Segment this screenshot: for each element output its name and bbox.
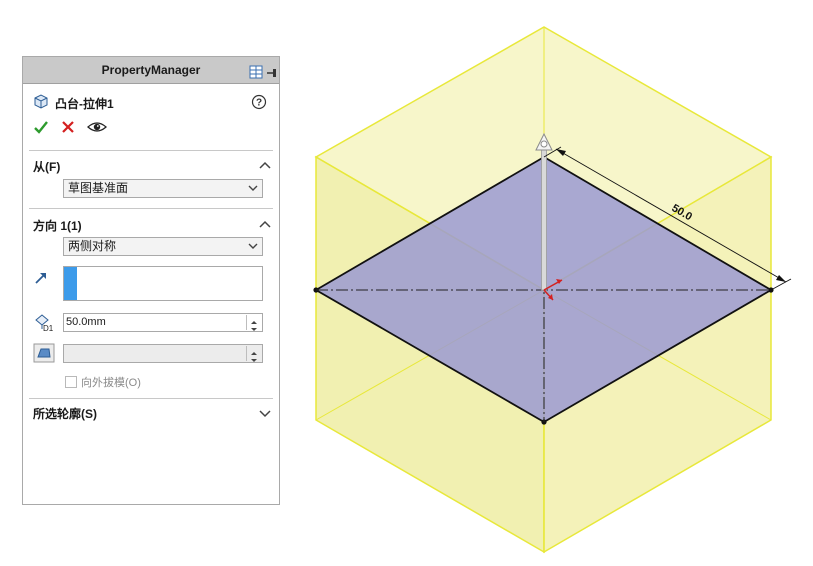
- preview-eye-icon[interactable]: [87, 120, 107, 139]
- depth-icon: D1: [33, 312, 55, 333]
- end-condition-value: 两侧对称: [68, 239, 117, 253]
- contours-section-title[interactable]: 所选轮廓(S): [33, 405, 97, 422]
- draft-outward-option[interactable]: 向外拔模(O): [65, 374, 141, 390]
- divider: [29, 398, 273, 399]
- draft-spinner-buttons[interactable]: [246, 346, 261, 362]
- divider: [29, 208, 273, 209]
- direction-arrow-icon[interactable]: [33, 270, 55, 290]
- graphics-viewport[interactable]: 50.0: [290, 0, 813, 561]
- help-icon[interactable]: ?: [251, 94, 267, 115]
- from-select[interactable]: 草图基准面: [63, 179, 263, 198]
- end-condition-select[interactable]: 两侧对称: [63, 237, 263, 256]
- draft-outward-label: 向外拔模(O): [81, 377, 141, 389]
- spin-down-icon[interactable]: [247, 353, 261, 362]
- depth-value: 50.0mm: [66, 316, 106, 328]
- action-buttons: [33, 119, 107, 140]
- chevron-down-icon: [248, 180, 258, 202]
- svg-text:D1: D1: [43, 324, 54, 332]
- feature-title-row: 凸台-拉伸1 ?: [33, 93, 269, 113]
- feature-title: 凸台-拉伸1: [55, 96, 114, 111]
- ok-checkmark-icon[interactable]: [33, 119, 49, 140]
- panel-title: PropertyManager: [101, 63, 201, 77]
- draft-icon[interactable]: [33, 343, 55, 363]
- collapse-chevron-up-icon[interactable]: [259, 216, 271, 234]
- from-select-value: 草图基准面: [68, 181, 129, 195]
- property-manager-panel: PropertyManager 凸台-拉伸1 ? 从(F) 草图基准面 方向 1…: [22, 56, 280, 505]
- extrude-direction-selection-box[interactable]: [63, 266, 263, 301]
- depth-spinner-buttons[interactable]: [246, 315, 261, 331]
- expand-chevron-down-icon[interactable]: [259, 405, 271, 423]
- spin-down-icon[interactable]: [247, 322, 261, 331]
- cancel-x-icon[interactable]: [61, 120, 75, 139]
- from-section-title[interactable]: 从(F): [33, 158, 60, 175]
- divider: [29, 150, 273, 151]
- draft-outward-checkbox[interactable]: [65, 376, 77, 388]
- layout-icon[interactable]: [249, 62, 263, 88]
- pin-icon[interactable]: [267, 62, 277, 88]
- draft-angle-input[interactable]: [63, 344, 263, 363]
- extrude-feature-icon: [33, 93, 49, 114]
- collapse-chevron-up-icon[interactable]: [259, 157, 271, 175]
- svg-text:?: ?: [256, 98, 262, 109]
- selection-active-indicator: [64, 267, 77, 300]
- spin-up-icon[interactable]: [247, 315, 261, 324]
- chevron-down-icon: [248, 238, 258, 260]
- depth-input[interactable]: 50.0mm: [63, 313, 263, 332]
- spin-up-icon[interactable]: [247, 346, 261, 355]
- panel-header: PropertyManager: [23, 57, 279, 84]
- direction-section-title[interactable]: 方向 1(1): [33, 217, 82, 234]
